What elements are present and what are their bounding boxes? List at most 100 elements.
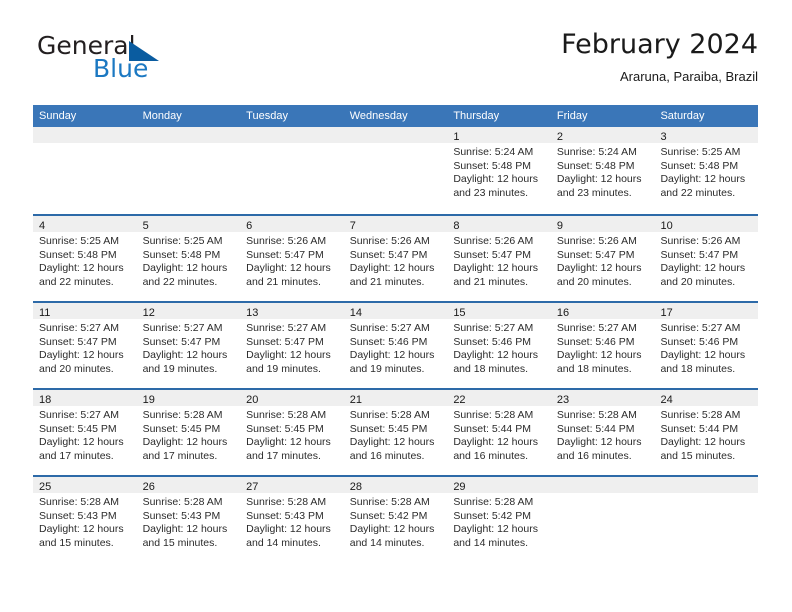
date-band: 11: [33, 303, 137, 319]
day-cell[interactable]: 16 Sunrise: 5:27 AM Sunset: 5:46 PM Dayligh…: [550, 303, 655, 388]
date-number: 6: [246, 220, 253, 232]
sunrise-text: Sunrise: 5:25 AM: [142, 235, 223, 247]
day-cell[interactable]: 2 Sunrise: 5:24 AM Sunset: 5:48 PM Daylight…: [550, 127, 655, 214]
date-band: 19: [136, 390, 241, 406]
weekday-header-saturday: Saturday: [660, 110, 705, 122]
day-cell[interactable]: 18 Sunrise: 5:27 AM Sunset: 5:45 PM Dayligh…: [33, 390, 137, 475]
sunrise-text: Sunrise: 5:26 AM: [349, 235, 430, 247]
sunrise-text: Sunrise: 5:28 AM: [660, 409, 741, 421]
day-cell[interactable]: 9 Sunrise: 5:26 AM Sunset: 5:47 PM Daylight…: [550, 216, 655, 301]
weekday-header-thursday: Thursday: [453, 110, 500, 122]
daylight-text-line2: and 15 minutes.: [142, 536, 218, 549]
daylight-text-line2: and 15 minutes.: [660, 449, 736, 462]
daylight-text-line2: and 20 minutes.: [39, 362, 114, 375]
date-number: 27: [246, 481, 259, 493]
page-title: February 2024: [561, 29, 758, 60]
day-cell[interactable]: 23 Sunrise: 5:28 AM Sunset: 5:44 PM Dayligh…: [550, 390, 655, 475]
date-band: 1: [447, 127, 551, 143]
date-number: 12: [142, 307, 155, 319]
day-cell[interactable]: 5 Sunrise: 5:25 AM Sunset: 5:48 PM Daylight…: [136, 216, 241, 301]
daylight-text-line1: Daylight: 12 hours: [349, 262, 435, 274]
day-cell-empty: [136, 127, 241, 214]
day-cell[interactable]: 8 Sunrise: 5:26 AM Sunset: 5:47 PM Daylight…: [447, 216, 551, 301]
sunset-text: Sunset: 5:47 PM: [453, 248, 531, 261]
daylight-text-line1: Daylight: 12 hours: [660, 262, 746, 274]
daylight-text-line1: Daylight: 12 hours: [556, 262, 642, 274]
general-blue-logo[interactable]: General Blue: [33, 32, 253, 90]
day-cell[interactable]: 10 Sunrise: 5:26 AM Sunset: 5:47 PM Dayligh…: [654, 216, 759, 301]
day-details: Sunrise: 5:27 AM Sunset: 5:46 PM Daylight:…: [447, 319, 551, 376]
daylight-text-line1: Daylight: 12 hours: [453, 523, 538, 535]
day-cell[interactable]: 25 Sunrise: 5:28 AM Sunset: 5:43 PM Dayligh…: [33, 477, 137, 562]
sunrise-text: Sunrise: 5:27 AM: [556, 322, 637, 334]
day-cell[interactable]: 3 Sunrise: 5:25 AM Sunset: 5:48 PM Daylight…: [654, 127, 759, 214]
sunrise-text: Sunrise: 5:28 AM: [246, 496, 327, 508]
sunrise-text: Sunrise: 5:26 AM: [660, 235, 741, 247]
day-cell-empty: [343, 127, 448, 214]
sunrise-text: Sunrise: 5:24 AM: [556, 146, 637, 158]
daylight-text-line1: Daylight: 12 hours: [453, 349, 538, 361]
day-cell[interactable]: 12 Sunrise: 5:27 AM Sunset: 5:47 PM Dayligh…: [136, 303, 241, 388]
daylight-text-line2: and 14 minutes.: [349, 536, 425, 549]
day-cell[interactable]: 19 Sunrise: 5:28 AM Sunset: 5:45 PM Dayligh…: [136, 390, 241, 475]
day-cell[interactable]: 22 Sunrise: 5:28 AM Sunset: 5:44 PM Dayligh…: [447, 390, 551, 475]
date-number: 8: [453, 220, 460, 232]
daylight-text-line1: Daylight: 12 hours: [246, 523, 331, 535]
day-details: Sunrise: 5:24 AM Sunset: 5:48 PM Daylight:…: [447, 143, 551, 200]
daylight-text-line2: and 17 minutes.: [39, 449, 114, 462]
date-number: 14: [349, 307, 362, 319]
daylight-text-line2: and 19 minutes.: [142, 362, 218, 375]
daylight-text-line1: Daylight: 12 hours: [556, 436, 642, 448]
week-row: 18 Sunrise: 5:27 AM Sunset: 5:45 PM Dayligh…: [33, 388, 759, 475]
sunrise-text: Sunrise: 5:27 AM: [39, 409, 119, 421]
sunrise-text: Sunrise: 5:25 AM: [660, 146, 741, 158]
day-cell[interactable]: 17 Sunrise: 5:27 AM Sunset: 5:46 PM Dayligh…: [654, 303, 759, 388]
date-band: 26: [136, 477, 241, 493]
day-cell[interactable]: 24 Sunrise: 5:28 AM Sunset: 5:44 PM Dayligh…: [654, 390, 759, 475]
day-cell[interactable]: 28 Sunrise: 5:28 AM Sunset: 5:42 PM Dayligh…: [343, 477, 448, 562]
day-cell[interactable]: 6 Sunrise: 5:26 AM Sunset: 5:47 PM Daylight…: [240, 216, 344, 301]
daylight-text-line2: and 18 minutes.: [660, 362, 736, 375]
daylight-text-line2: and 20 minutes.: [556, 275, 632, 288]
day-cell[interactable]: 7 Sunrise: 5:26 AM Sunset: 5:47 PM Daylight…: [343, 216, 448, 301]
day-details: Sunrise: 5:28 AM Sunset: 5:45 PM Daylight:…: [137, 406, 241, 463]
day-cell[interactable]: 29 Sunrise: 5:28 AM Sunset: 5:42 PM Dayligh…: [447, 477, 551, 562]
date-band: 10: [654, 216, 759, 232]
date-band: [654, 477, 759, 493]
daylight-text-line1: Daylight: 12 hours: [142, 262, 228, 274]
day-cell[interactable]: 15 Sunrise: 5:27 AM Sunset: 5:46 PM Dayligh…: [447, 303, 551, 388]
weekday-header-sunday: Sunday: [39, 110, 77, 122]
week-row: 11 Sunrise: 5:27 AM Sunset: 5:47 PM Dayligh…: [33, 301, 759, 388]
date-band: [33, 127, 137, 143]
day-cell[interactable]: 21 Sunrise: 5:28 AM Sunset: 5:45 PM Dayligh…: [343, 390, 448, 475]
day-details: Sunrise: 5:26 AM Sunset: 5:47 PM Daylight:…: [447, 232, 551, 289]
calendar-page: General Blue February 2024 Araruna, Para…: [0, 0, 792, 612]
day-cell[interactable]: 11 Sunrise: 5:27 AM Sunset: 5:47 PM Dayligh…: [33, 303, 137, 388]
sunset-text: Sunset: 5:47 PM: [142, 335, 221, 348]
day-cell[interactable]: 20 Sunrise: 5:28 AM Sunset: 5:45 PM Dayligh…: [240, 390, 344, 475]
day-details: Sunrise: 5:28 AM Sunset: 5:44 PM Daylight:…: [447, 406, 551, 463]
logo-text-blue: Blue: [93, 54, 149, 83]
calendar-table: Sunday Monday Tuesday Wednesday Thursday Frid…: [33, 105, 759, 562]
daylight-text-line1: Daylight: 12 hours: [142, 523, 228, 535]
day-details: Sunrise: 5:25 AM Sunset: 5:48 PM Daylight:…: [33, 232, 137, 289]
sunset-text: Sunset: 5:47 PM: [246, 248, 324, 261]
day-cell[interactable]: 4 Sunrise: 5:25 AM Sunset: 5:48 PM Daylight…: [33, 216, 137, 301]
sunset-text: Sunset: 5:47 PM: [660, 248, 739, 261]
day-cell[interactable]: 1 Sunrise: 5:24 AM Sunset: 5:48 PM Daylight…: [447, 127, 551, 214]
title-block: February 2024 Araruna, Paraiba, Brazil: [561, 28, 758, 85]
date-number: 1: [453, 131, 460, 143]
date-band: 13: [240, 303, 344, 319]
daylight-text-line1: Daylight: 12 hours: [349, 436, 435, 448]
day-cell[interactable]: 13 Sunrise: 5:27 AM Sunset: 5:47 PM Dayligh…: [240, 303, 344, 388]
date-number: 11: [39, 307, 51, 319]
daylight-text-line2: and 19 minutes.: [246, 362, 321, 375]
day-cell[interactable]: 14 Sunrise: 5:27 AM Sunset: 5:46 PM Dayligh…: [343, 303, 448, 388]
day-cell[interactable]: 27 Sunrise: 5:28 AM Sunset: 5:43 PM Dayligh…: [240, 477, 344, 562]
day-cell[interactable]: 26 Sunrise: 5:28 AM Sunset: 5:43 PM Dayligh…: [136, 477, 241, 562]
sunset-text: Sunset: 5:45 PM: [39, 422, 117, 435]
sunrise-text: Sunrise: 5:28 AM: [349, 496, 430, 508]
date-number: 10: [660, 220, 673, 232]
daylight-text-line1: Daylight: 12 hours: [660, 349, 746, 361]
day-details: Sunrise: 5:26 AM Sunset: 5:47 PM Daylight:…: [344, 232, 448, 289]
